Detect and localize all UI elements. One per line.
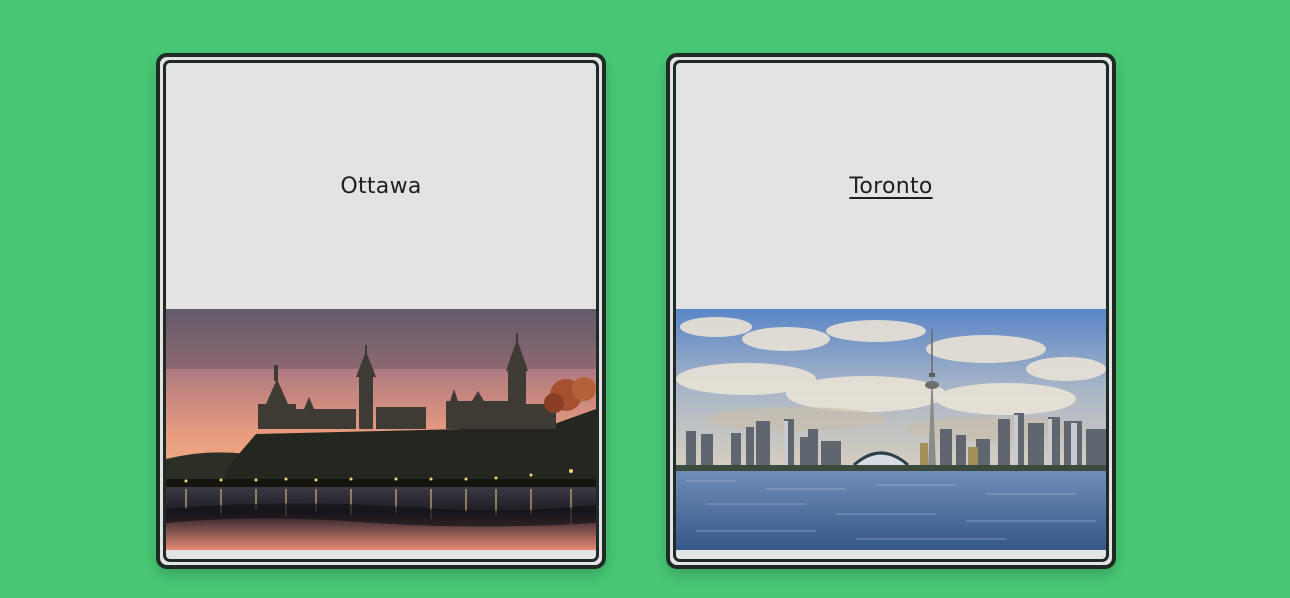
card-title-area: Toronto <box>676 63 1106 309</box>
card-title-area: Ottawa <box>166 63 596 309</box>
toronto-skyline-image <box>676 309 1106 550</box>
city-card-ottawa: Ottawa <box>156 53 606 569</box>
city-card-toronto[interactable]: Toronto <box>666 53 1116 569</box>
city-title-ottawa: Ottawa <box>340 173 422 199</box>
parliament-hill-image <box>166 309 596 550</box>
card-inner-frame: Ottawa <box>163 60 599 562</box>
card-inner-frame: Toronto <box>673 60 1109 562</box>
city-link-toronto[interactable]: Toronto <box>849 174 932 199</box>
toronto-photo <box>676 309 1106 550</box>
ottawa-photo <box>166 309 596 550</box>
